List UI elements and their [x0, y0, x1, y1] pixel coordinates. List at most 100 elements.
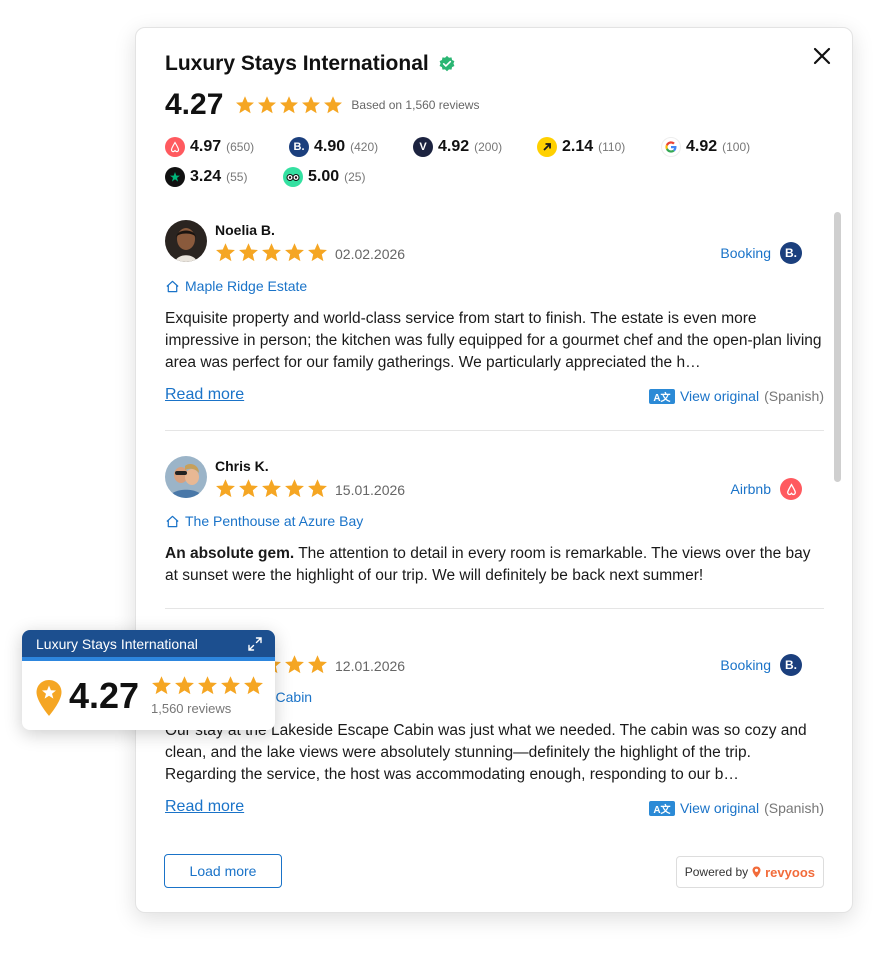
- star-icon: [239, 243, 258, 262]
- platform-trustpilot[interactable]: 3.24 (55): [165, 167, 289, 187]
- read-more-link[interactable]: Read more: [165, 386, 244, 404]
- platform-rating: 5.00: [308, 168, 340, 185]
- review-date: 12.01.2026: [335, 658, 406, 674]
- review-count: Based on 1,560 reviews: [351, 98, 480, 112]
- platform-rating: 2.14: [562, 138, 594, 155]
- platform-count: (110): [598, 140, 626, 154]
- translate-icon: A文: [648, 388, 675, 404]
- property-name: Maple Ridge Estate: [185, 278, 308, 294]
- property-name: The Penthouse at Azure Bay: [185, 513, 364, 529]
- original-language: (Spanish): [764, 388, 824, 404]
- location-pin-icon: [36, 680, 62, 716]
- star-icon: [198, 676, 217, 695]
- platform-rating: 4.97: [190, 138, 222, 155]
- source-label: Booking: [720, 245, 771, 261]
- reviews-panel: Luxury Stays International 4.27 Based on…: [135, 27, 853, 913]
- avatar: [165, 220, 207, 262]
- platform-count: (25): [344, 170, 366, 184]
- booking-icon: B.: [780, 242, 802, 264]
- view-original-label: View original: [679, 800, 760, 816]
- google-icon: [661, 137, 681, 157]
- load-more-button[interactable]: Load more: [164, 854, 282, 888]
- review-source[interactable]: Booking B.: [720, 242, 802, 264]
- view-original-link[interactable]: A文 View original (Spanish): [648, 800, 824, 816]
- review-text: Exquisite property and world-class servi…: [165, 310, 822, 371]
- scrollbar[interactable]: [834, 212, 841, 482]
- platform-count: (420): [350, 140, 379, 154]
- tripadvisor-icon: [283, 167, 303, 187]
- powered-by-label: Powered by: [684, 865, 749, 879]
- platform-rating: 4.92: [686, 138, 718, 155]
- booking-icon: B.: [289, 137, 309, 157]
- view-original-link[interactable]: A文 View original (Spanish): [648, 388, 824, 404]
- review-date: 02.02.2026: [335, 246, 406, 262]
- platform-vrbo[interactable]: V 4.92 (200): [413, 137, 537, 157]
- overall-rating: 4.27 Based on 1,560 reviews: [165, 88, 479, 122]
- booking-icon: B.: [780, 654, 802, 676]
- review-date: 15.01.2026: [335, 482, 406, 498]
- powered-by[interactable]: Powered by revyoos: [675, 856, 824, 888]
- home-icon: [166, 280, 179, 292]
- platform-airbnb[interactable]: 4.97 (650): [165, 137, 289, 157]
- star-icon: [262, 243, 281, 262]
- star-icon: [239, 479, 258, 498]
- star-icon: [236, 96, 255, 114]
- review-source[interactable]: Booking B.: [720, 654, 802, 676]
- platform-count: (100): [722, 140, 751, 154]
- verified-icon: [439, 55, 455, 72]
- badge-count: 1,560 reviews: [151, 701, 232, 716]
- platform-rating: 4.92: [438, 138, 470, 155]
- trustpilot-icon: [165, 167, 185, 187]
- original-language: (Spanish): [764, 800, 824, 816]
- reviewer-name: Chris K.: [215, 458, 269, 474]
- avatar: [165, 456, 207, 498]
- badge-stars: [151, 675, 264, 696]
- review-lead: An absolute gem.: [165, 545, 295, 562]
- platform-count: (650): [226, 140, 255, 154]
- platform-expedia[interactable]: 2.14 (110): [537, 137, 661, 157]
- badge-score: 4.27: [69, 675, 140, 716]
- expand-icon[interactable]: [247, 636, 263, 652]
- platform-count: (55): [226, 170, 248, 184]
- review-stars: [215, 242, 328, 263]
- badge-title: Luxury Stays International: [36, 635, 198, 652]
- close-icon[interactable]: [810, 44, 834, 68]
- review-text: An absolute gem. The attention to detail…: [165, 543, 824, 587]
- reviewer-name: Noelia B.: [215, 222, 275, 238]
- review-list[interactable]: Noelia B. 02.02.2026 Booking B. Maple Ri…: [165, 212, 824, 844]
- title-row: Luxury Stays International: [165, 52, 456, 76]
- read-more-link[interactable]: Read more: [165, 798, 244, 816]
- platform-row: 4.97 (650) B. 4.90 (420) V 4.92 (200) 2.…: [165, 132, 805, 162]
- overall-stars: [235, 95, 343, 115]
- platform-rating: 3.24: [190, 168, 222, 185]
- badge-header: Luxury Stays International: [22, 630, 275, 657]
- divider: [165, 430, 824, 431]
- airbnb-icon: [165, 137, 185, 157]
- review-source[interactable]: Airbnb: [731, 478, 802, 500]
- platform-tripadvisor[interactable]: 5.00 (25): [283, 167, 407, 187]
- star-icon: [324, 96, 343, 114]
- star-icon: [308, 479, 327, 498]
- star-icon: [216, 243, 235, 262]
- brand-name: revyoos: [765, 864, 815, 880]
- page-title: Luxury Stays International: [165, 52, 429, 75]
- star-icon: [285, 243, 304, 262]
- platform-row: 3.24 (55) 5.00 (25): [165, 162, 805, 192]
- divider: [165, 608, 824, 609]
- platform-google[interactable]: 4.92 (100): [661, 137, 785, 157]
- revyoos-logo-icon: [752, 866, 761, 878]
- source-label: Booking: [720, 657, 771, 673]
- rating-badge[interactable]: Luxury Stays International 4.27 1,560 re…: [22, 630, 275, 730]
- property-link[interactable]: The Penthouse at Azure Bay: [165, 513, 363, 529]
- star-icon: [244, 676, 263, 695]
- platform-ratings: 4.97 (650) B. 4.90 (420) V 4.92 (200) 2.…: [165, 132, 805, 192]
- platform-rating: 4.90: [314, 138, 346, 155]
- view-original-label: View original: [679, 388, 760, 404]
- star-icon: [280, 96, 299, 114]
- star-icon: [152, 676, 171, 695]
- translate-icon: A文: [648, 800, 675, 816]
- star-icon: [308, 243, 327, 262]
- property-link[interactable]: Maple Ridge Estate: [165, 278, 307, 294]
- overall-score: 4.27: [165, 88, 224, 121]
- platform-booking[interactable]: B. 4.90 (420): [289, 137, 413, 157]
